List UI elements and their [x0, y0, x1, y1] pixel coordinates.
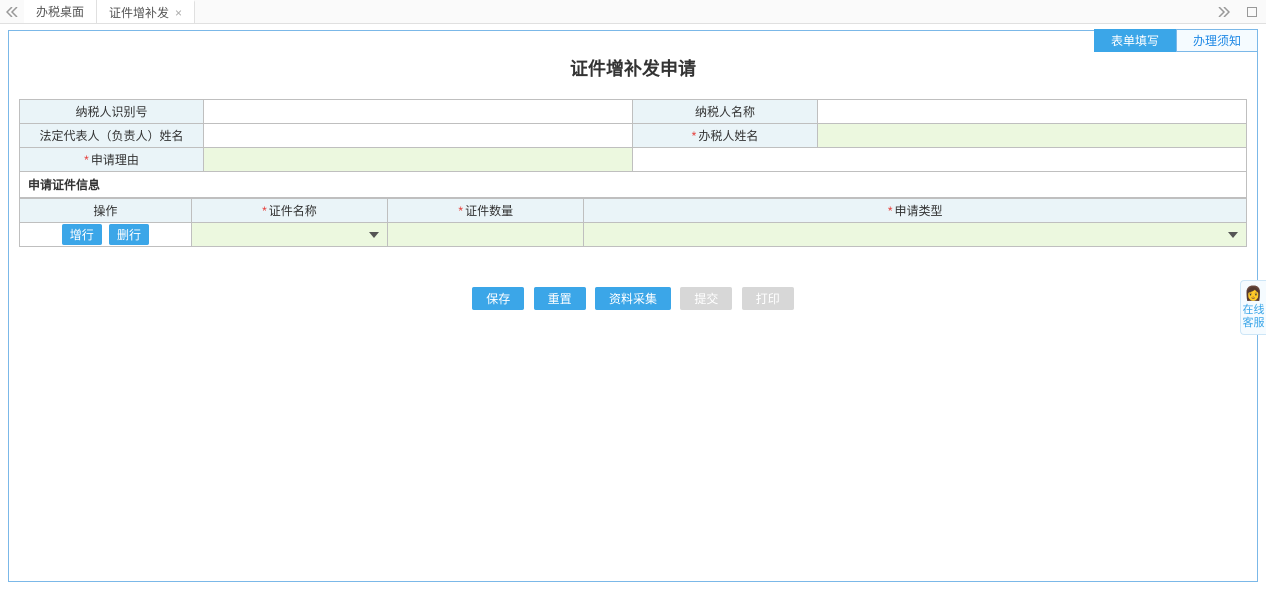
section-title: 申请证件信息	[19, 172, 1247, 198]
panel-tab-form[interactable]: 表单填写	[1094, 29, 1176, 52]
online-service-label: 在线客服	[1243, 304, 1265, 329]
delete-row-button[interactable]: 删行	[109, 224, 149, 245]
tab-scroll-right-icon[interactable]	[1210, 7, 1238, 17]
legal-rep-label: 法定代表人（负责人）姓名	[20, 124, 204, 148]
col-op: 操作	[20, 199, 192, 223]
col-apply-type: *申请类型	[584, 199, 1247, 223]
submit-button: 提交	[680, 287, 732, 310]
tab-scroll-left-icon[interactable]	[0, 7, 24, 17]
taxpayer-id-value	[204, 100, 633, 124]
taxpayer-name-label: 纳税人名称	[633, 100, 817, 124]
apply-reason-extra	[633, 148, 1247, 172]
form-panel: 表单填写 办理须知 证件增补发申请 纳税人识别号 纳税人名称 法	[8, 30, 1258, 582]
close-icon[interactable]: ×	[175, 6, 182, 20]
action-bar: 保存 重置 资料采集 提交 打印	[19, 247, 1247, 310]
cert-name-select[interactable]	[191, 223, 387, 247]
agent-name-input[interactable]	[817, 124, 1246, 148]
tab-cert-reissue[interactable]: 证件增补发 ×	[97, 0, 195, 23]
add-row-button[interactable]: 增行	[62, 224, 102, 245]
apply-reason-label: *申请理由	[20, 148, 204, 172]
taxpayer-id-label: 纳税人识别号	[20, 100, 204, 124]
page-title: 证件增补发申请	[19, 47, 1247, 99]
legal-rep-value	[204, 124, 633, 148]
tab-label: 证件增补发	[109, 4, 169, 21]
chevron-down-icon	[1228, 232, 1238, 238]
row-ops-cell: 增行 删行	[20, 223, 192, 247]
online-service-widget[interactable]: 👩 在线客服	[1240, 280, 1266, 335]
agent-name-label: *办税人姓名	[633, 124, 817, 148]
maximize-icon[interactable]	[1238, 7, 1266, 17]
service-avatar-icon: 👩	[1241, 285, 1266, 302]
tab-tax-desktop[interactable]: 办税桌面	[24, 0, 97, 23]
applicant-info-table: 纳税人识别号 纳税人名称 法定代表人（负责人）姓名 *办税人姓名 *申请理由	[19, 99, 1247, 172]
panel-tab-notice[interactable]: 办理须知	[1176, 29, 1258, 52]
table-row: 增行 删行	[20, 223, 1247, 247]
taxpayer-name-value	[817, 100, 1246, 124]
cert-qty-input[interactable]	[388, 223, 584, 247]
print-button: 打印	[742, 287, 794, 310]
reset-button[interactable]: 重置	[534, 287, 586, 310]
save-button[interactable]: 保存	[472, 287, 524, 310]
materials-button[interactable]: 资料采集	[595, 287, 671, 310]
apply-reason-input[interactable]	[204, 148, 633, 172]
col-cert-name: *证件名称	[191, 199, 387, 223]
panel-tab-label: 办理须知	[1193, 34, 1241, 48]
top-tab-bar: 办税桌面 证件增补发 ×	[0, 0, 1266, 24]
tab-label: 办税桌面	[36, 3, 84, 20]
panel-tab-label: 表单填写	[1111, 34, 1159, 48]
chevron-down-icon	[369, 232, 379, 238]
cert-grid: 操作 *证件名称 *证件数量 *申请类型 增行 删行	[19, 198, 1247, 247]
col-cert-qty: *证件数量	[388, 199, 584, 223]
apply-type-select[interactable]	[584, 223, 1247, 247]
